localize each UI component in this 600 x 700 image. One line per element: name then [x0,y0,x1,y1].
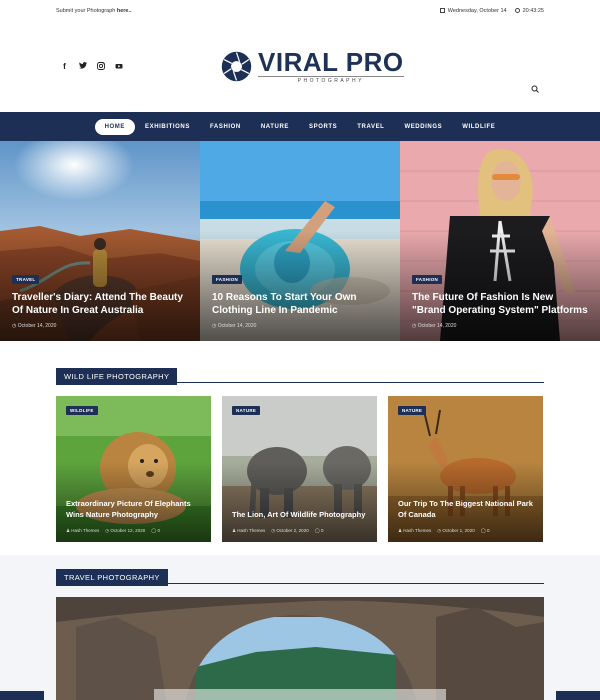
nav-item-wildlife[interactable]: WILDLIFE [452,120,505,134]
search-icon[interactable] [531,85,539,93]
post-date: ◷ October 1, 2020 [437,528,475,533]
wildlife-post-card[interactable]: NATURE The Lion, Art Of Wildlife Photogr… [222,396,377,542]
twitter-icon[interactable] [78,62,87,72]
category-badge[interactable]: FASHION [412,275,443,284]
category-badge[interactable]: NATURE [398,406,427,415]
calendar-icon [439,8,445,13]
travel-section-heading: TRAVEL PHOTOGRAPHY [56,567,544,586]
post-author: ♟ Hash Themes [398,528,432,533]
travel-feature-image[interactable] [56,597,544,700]
section-title: WILD LIFE PHOTOGRAPHY [56,368,178,385]
category-badge[interactable]: NATURE [232,406,261,415]
category-badge[interactable]: FASHION [212,275,243,284]
post-date: ◷ October 12, 2020 [105,528,146,533]
site-header: f VIRAL PRO PHOTOGRAPHY [0,22,600,112]
nav-item-weddings[interactable]: WEDDINGS [394,120,452,134]
main-nav: HOME EXHIBITIONS FASHION NATURE SPORTS T… [0,112,600,141]
post-title[interactable]: The Future Of Fashion Is New "Brand Oper… [412,291,588,317]
post-author: ♟ Hash Themes [66,528,100,533]
clock-icon [514,8,520,13]
wildlife-post-grid: WILDLIFE Extraordinary Picture Of Elepha… [56,396,544,542]
current-time: 20:43:25 [514,8,544,14]
submit-photo-link[interactable]: here.. [117,8,132,14]
submit-photo-text: Submit your Photograph here.. [56,8,132,14]
current-date: Wednesday, October 14 [439,8,507,14]
post-date: October 14, 2020 [412,323,588,329]
instagram-icon[interactable] [96,62,105,72]
cave-arch-image [56,597,544,700]
nav-item-sports[interactable]: SPORTS [299,120,347,134]
comment-count[interactable]: ◯ 0 [481,528,490,534]
post-author: ♟ Hash Themes [232,528,266,533]
logo-name: VIRAL PRO [258,47,404,77]
post-title[interactable]: Traveller's Diary: Attend The Beauty Of … [12,291,188,317]
nav-item-exhibitions[interactable]: EXHIBITIONS [135,120,200,134]
post-title[interactable]: 10 Reasons To Start Your Own Clothing Li… [212,291,388,317]
site-logo[interactable]: VIRAL PRO PHOTOGRAPHY [221,49,404,84]
post-date: ◷ October 2, 2020 [271,528,309,533]
post-date: October 14, 2020 [12,323,188,329]
category-badge[interactable]: TRAVEL [12,275,40,284]
youtube-icon[interactable] [114,62,123,72]
nav-item-travel[interactable]: TRAVEL [347,120,394,134]
category-badge[interactable]: WILDLIFE [66,406,98,415]
post-title[interactable]: Our Trip To The Biggest National Park Of… [398,499,535,520]
top-bar: Submit your Photograph here.. Wednesday,… [0,0,600,22]
comment-count[interactable]: ◯ 0 [151,528,160,534]
hero-post-card[interactable]: TRAVEL Traveller's Diary: Attend The Bea… [0,141,200,341]
section-title: TRAVEL PHOTOGRAPHY [56,569,168,586]
post-title[interactable]: The Lion, Art Of Wildlife Photography [232,510,369,521]
post-date: October 14, 2020 [212,323,388,329]
logo-subtitle: PHOTOGRAPHY [258,76,404,84]
nav-item-fashion[interactable]: FASHION [200,120,251,134]
hero-post-card[interactable]: FASHION 10 Reasons To Start Your Own Clo… [200,141,400,341]
aperture-logo-icon [221,51,252,82]
comment-count[interactable]: ◯ 0 [315,528,324,534]
wildlife-post-card[interactable]: NATURE Our Trip To The Biggest National … [388,396,543,542]
facebook-icon[interactable]: f [60,62,69,72]
post-title[interactable]: Extraordinary Picture Of Elephants Wins … [66,499,203,520]
wildlife-post-card[interactable]: WILDLIFE Extraordinary Picture Of Elepha… [56,396,211,542]
nav-item-home[interactable]: HOME [94,118,136,135]
wildlife-section-heading: WILD LIFE PHOTOGRAPHY [56,366,544,385]
hero-slider: TRAVEL Traveller's Diary: Attend The Bea… [0,141,600,341]
nav-item-nature[interactable]: NATURE [251,120,299,134]
hero-post-card[interactable]: FASHION The Future Of Fashion Is New "Br… [400,141,600,341]
social-links: f [60,62,123,72]
